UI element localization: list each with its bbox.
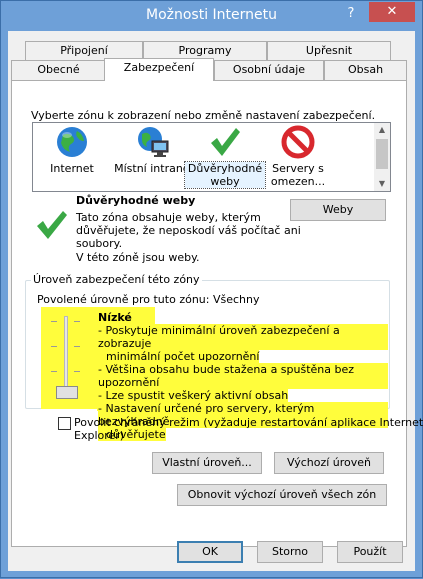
intranet-icon <box>138 127 169 157</box>
zone-trusted[interactable]: Důvěryhodné weby <box>184 125 266 189</box>
zone-restricted-label-2: omezen... <box>270 175 326 188</box>
protected-mode-label-2: Explorer) <box>74 429 125 442</box>
level-point-1: - Poskytuje minimální úroveň zabezpečení… <box>98 324 388 350</box>
panel-content: Vyberte zónu k zobrazení nebo změně nast… <box>1 1 423 579</box>
zone-title: Důvěryhodné weby <box>76 194 196 207</box>
zone-trusted-label-2: weby <box>210 175 240 188</box>
scroll-thumb[interactable] <box>376 139 388 169</box>
checkmark-icon <box>211 128 240 156</box>
zone-description-4: V této zóně jsou weby. <box>76 251 200 264</box>
zone-instruction: Vyberte zónu k zobrazení nebo změně nast… <box>31 109 376 122</box>
security-level-slider-thumb[interactable] <box>56 386 78 399</box>
zone-list[interactable]: Internet Místní intranet Důvěryhodné web… <box>32 122 391 192</box>
scroll-up-icon[interactable]: ▲ <box>374 123 390 137</box>
default-level-button[interactable]: Výchozí úroveň <box>274 452 384 474</box>
zone-description-3: soubory. <box>76 237 123 250</box>
zone-internet[interactable]: Internet <box>33 125 111 175</box>
restricted-icon <box>281 125 315 159</box>
apply-button[interactable]: Použít <box>337 541 403 563</box>
zone-description-1: Tato zóna obsahuje weby, kterým <box>76 211 261 224</box>
zone-trusted-label-1: Důvěryhodné <box>187 162 263 175</box>
zone-restricted-label-1: Servery s <box>272 162 324 175</box>
trusted-checkmark-icon <box>37 211 67 239</box>
zone-list-scrollbar[interactable]: ▲ ▼ <box>374 123 390 191</box>
globe-icon <box>57 127 87 157</box>
protected-mode-label-1: Povolit chráněný režim (vyžaduje restart… <box>74 416 423 429</box>
security-level-group-label: Úroveň zabezpečení této zóny <box>31 273 202 286</box>
level-point-1b: minimální počet upozornění <box>98 350 260 363</box>
sites-button[interactable]: Weby <box>290 199 386 221</box>
zone-restricted[interactable]: Servery s omezen... <box>261 125 335 188</box>
custom-level-button[interactable]: Vlastní úroveň... <box>152 452 262 474</box>
cancel-button[interactable]: Storno <box>257 541 323 563</box>
scroll-down-icon[interactable]: ▼ <box>374 177 390 191</box>
ok-button[interactable]: OK <box>177 541 243 563</box>
allowed-levels-label: Povolené úrovně pro tuto zónu: Všechny <box>37 293 260 306</box>
level-name: Nízké <box>98 311 132 324</box>
level-point-2: - Většina obsahu bude stažena a spuštěna… <box>98 363 388 389</box>
level-point-3: - Lze spustit veškerý aktivní obsah <box>98 389 289 402</box>
zone-internet-label: Internet <box>50 162 94 175</box>
zone-description-2: důvěřujete, že neposkodí váš počítač ani <box>76 224 301 237</box>
protected-mode-checkbox[interactable] <box>58 417 71 430</box>
internet-options-window: Možnosti Internetu ? ✕ Připojení Program… <box>0 0 423 578</box>
reset-all-zones-button[interactable]: Obnovit výchozí úroveň všech zón <box>177 484 387 506</box>
